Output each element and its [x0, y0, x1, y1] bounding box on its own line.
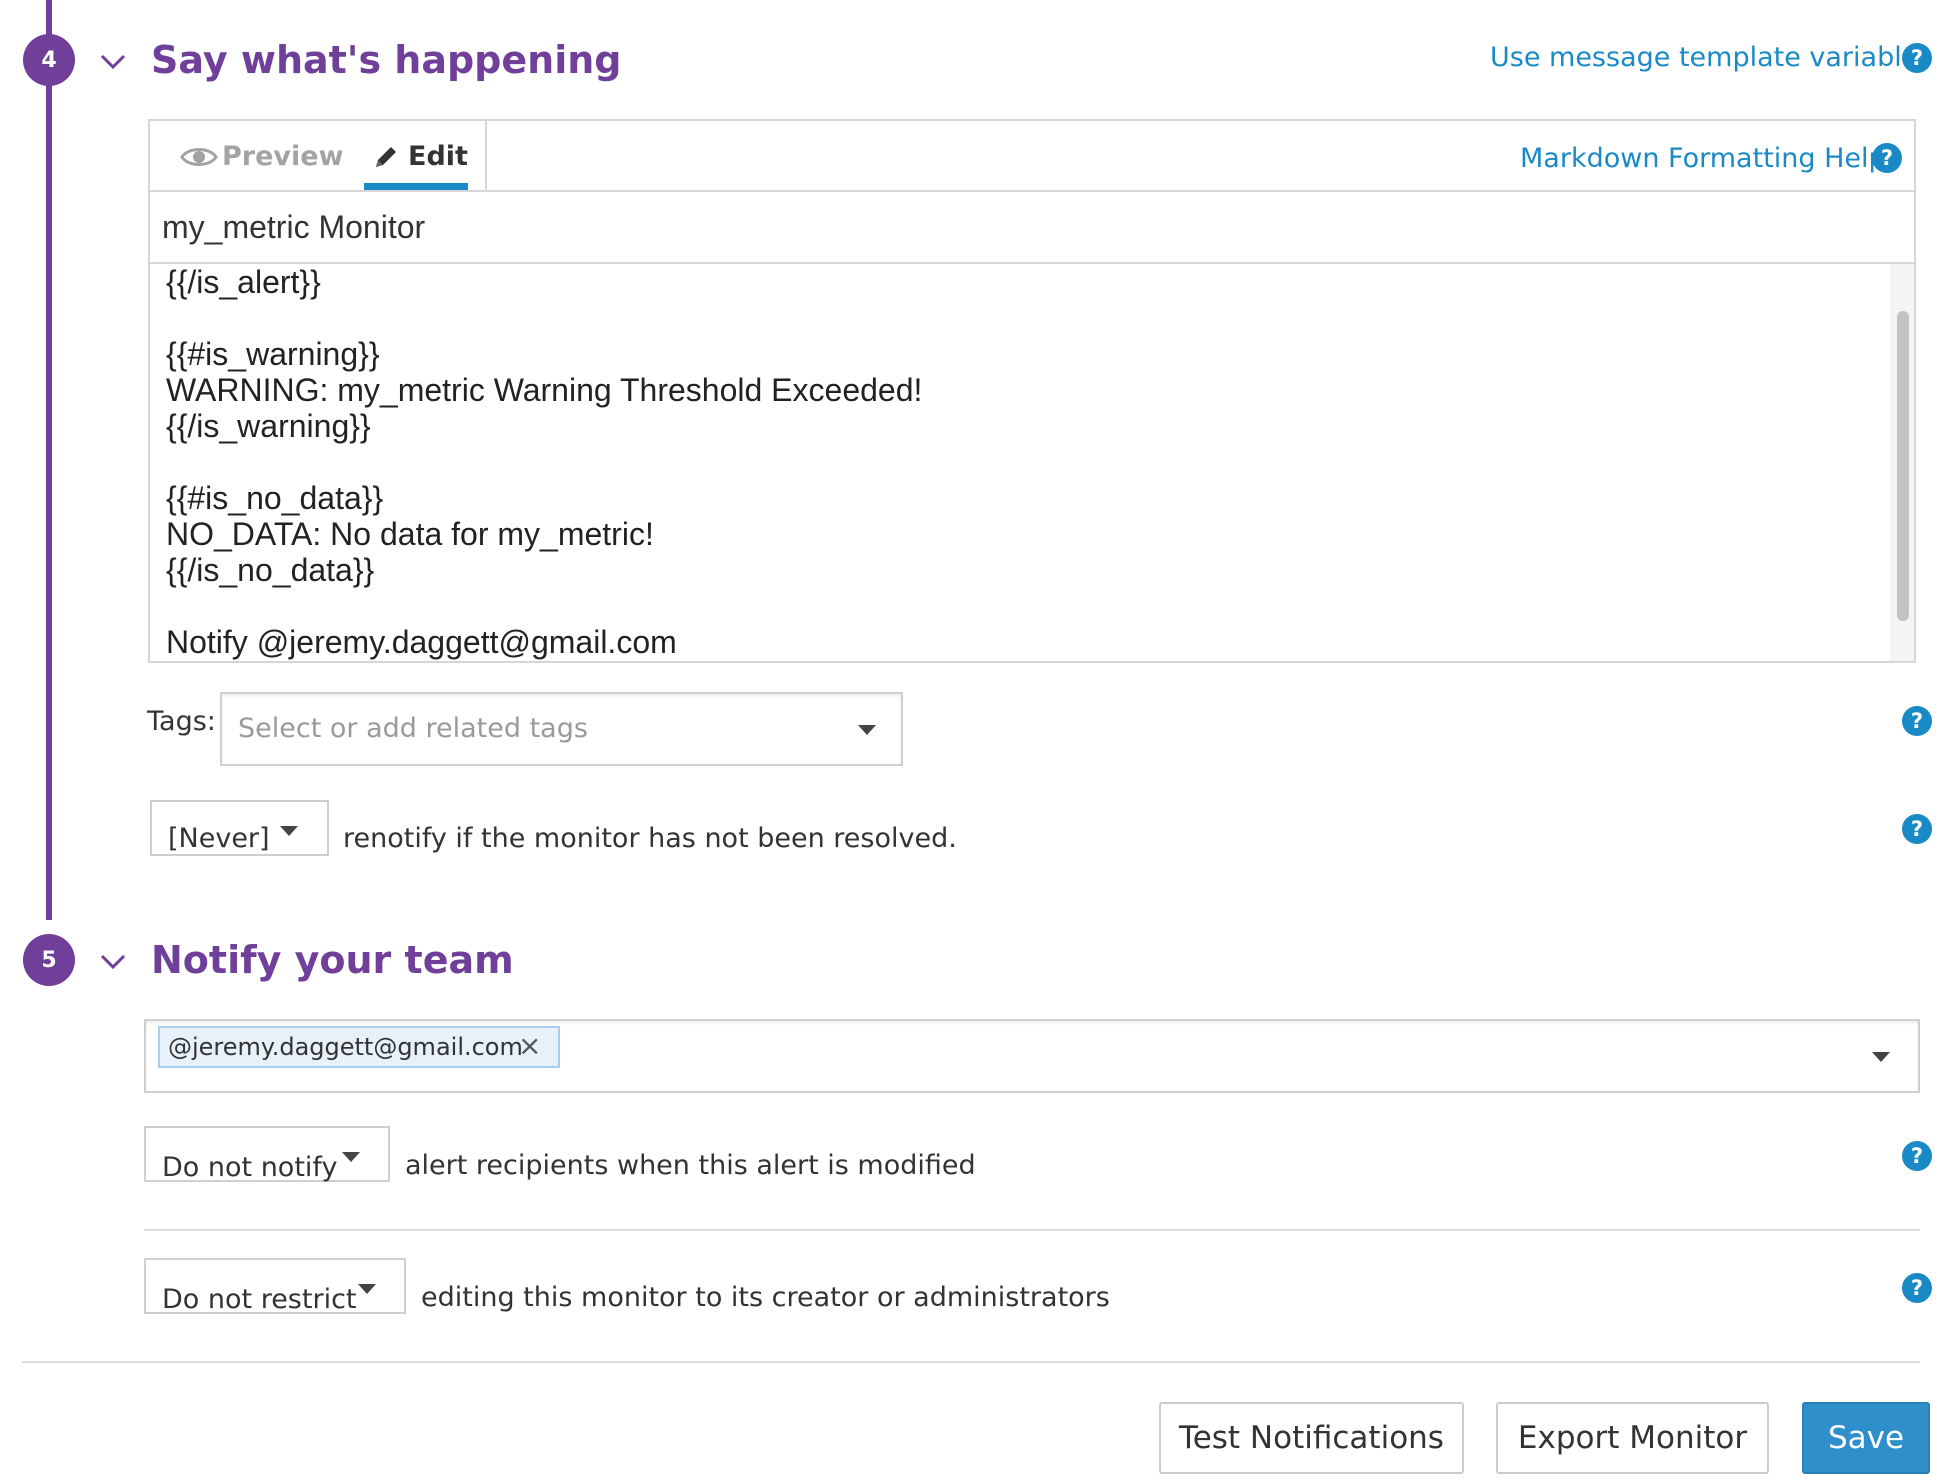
template-variables-link[interactable]: Use message template variables [1490, 44, 1932, 71]
tags-dropdown-caret-icon [858, 725, 876, 735]
eye-icon [180, 147, 218, 166]
step-4-badge: 4 [23, 34, 75, 86]
markdown-help-link[interactable]: Markdown Formatting Help [1520, 145, 1886, 172]
tags-help-icon[interactable]: ? [1902, 706, 1932, 736]
say-section-title: Say what's happening [151, 38, 622, 82]
restrict-editing-value: Do not restrict [162, 1284, 357, 1315]
modify-notify-value: Do not notify [162, 1152, 338, 1183]
renotify-value: [Never] [168, 823, 270, 854]
options-divider [144, 1229, 1920, 1231]
restrict-editing-caret-icon [358, 1284, 376, 1294]
tab-edit-label: Edit [408, 141, 468, 172]
message-body-textarea[interactable]: {{#is_alert}} {{/is_alert}} {{#is_warnin… [150, 264, 1890, 661]
tab-edit[interactable]: Edit [372, 141, 468, 172]
tags-label: Tags: [147, 706, 216, 737]
template-variables-help-icon[interactable]: ? [1902, 43, 1932, 73]
modify-notify-text: alert recipients when this alert is modi… [405, 1150, 976, 1181]
renotify-text: renotify if the monitor has not been res… [343, 823, 957, 854]
message-title-input[interactable] [150, 192, 1914, 264]
recipients-caret-icon [1872, 1052, 1890, 1062]
notify-section-title: Notify your team [151, 938, 514, 982]
step-timeline [46, 0, 52, 920]
renotify-caret-icon [280, 826, 298, 836]
collapse-notify-chevron-icon[interactable] [99, 947, 127, 975]
modify-notify-help-icon[interactable]: ? [1902, 1141, 1932, 1171]
restrict-editing-help-icon[interactable]: ? [1902, 1273, 1932, 1303]
footer-divider [22, 1361, 1920, 1363]
message-editor: Preview Edit Markdown Formatting Help ? … [148, 119, 1916, 663]
remove-recipient-close-icon[interactable]: × [518, 1032, 541, 1060]
step-5-badge: 5 [23, 934, 75, 986]
pencil-icon [376, 146, 396, 167]
save-button[interactable]: Save [1802, 1402, 1930, 1474]
modify-notify-caret-icon [342, 1152, 360, 1162]
export-monitor-button[interactable]: Export Monitor [1496, 1402, 1769, 1474]
recipient-chip: @jeremy.daggett@gmail.com × [158, 1026, 560, 1068]
recipient-chip-label: @jeremy.daggett@gmail.com [168, 1033, 523, 1061]
editor-scrollbar-thumb[interactable] [1897, 311, 1909, 621]
markdown-help-icon[interactable]: ? [1872, 143, 1902, 173]
tab-preview-label: Preview [222, 141, 344, 172]
renotify-help-icon[interactable]: ? [1902, 814, 1932, 844]
message-body-text: {{#is_alert}} {{/is_alert}} {{#is_warnin… [166, 264, 923, 660]
active-tab-indicator [364, 183, 468, 190]
tab-preview[interactable]: Preview [180, 141, 344, 172]
test-notifications-button[interactable]: Test Notifications [1159, 1402, 1464, 1474]
renotify-select[interactable]: [Never] [150, 800, 329, 856]
editor-tab-bar: Preview Edit Markdown Formatting Help ? [150, 121, 1914, 192]
tags-select[interactable]: Select or add related tags [220, 692, 903, 766]
collapse-say-chevron-icon[interactable] [99, 47, 127, 75]
restrict-editing-text: editing this monitor to its creator or a… [421, 1282, 1110, 1313]
restrict-editing-select[interactable]: Do not restrict [144, 1258, 406, 1314]
modify-notify-select[interactable]: Do not notify [144, 1126, 390, 1182]
tab-divider [485, 121, 487, 192]
tags-placeholder: Select or add related tags [238, 713, 588, 744]
